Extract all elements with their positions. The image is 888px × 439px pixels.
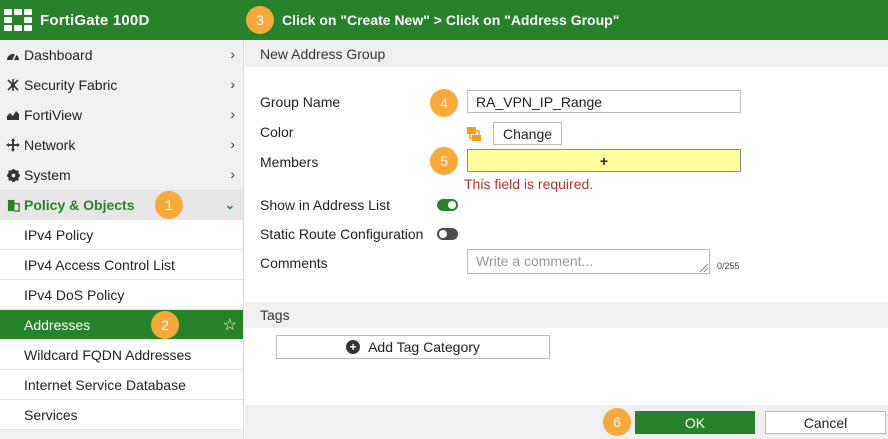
step-badge-1: 1	[155, 191, 183, 219]
main-panel: New Address Group Group Name 4 RA_VPN_IP…	[245, 40, 888, 439]
chevron-down-icon: ⌄	[224, 198, 235, 212]
color-label: Color	[260, 124, 294, 140]
sidebar-item-dashboard[interactable]: Dashboard ›	[0, 40, 243, 70]
ok-button[interactable]: OK	[635, 411, 755, 434]
static-route-toggle[interactable]	[437, 228, 458, 240]
chevron-right-icon: ›	[230, 106, 235, 122]
sidebar: Dashboard › Security Fabric › FortiView …	[0, 40, 244, 439]
add-tag-category-button[interactable]: + Add Tag Category	[276, 335, 550, 359]
add-tag-category-label: Add Tag Category	[368, 339, 480, 355]
top-bar: FortiGate 100D 3 Click on "Create New" >…	[0, 0, 888, 40]
step-badge-4: 4	[430, 89, 458, 117]
sidebar-item-label: FortiView	[24, 107, 83, 123]
show-in-address-list-label: Show in Address List	[260, 197, 390, 213]
step-badge-3: 3	[246, 6, 274, 34]
dashboard-icon	[4, 49, 22, 61]
chevron-right-icon: ›	[230, 166, 235, 182]
change-color-button[interactable]: Change	[493, 122, 562, 145]
sidebar-subitem-addresses[interactable]: Addresses 2 ☆	[0, 310, 243, 340]
chevron-right-icon: ›	[230, 46, 235, 62]
sidebar-item-label: Policy & Objects	[24, 197, 135, 213]
sidebar-subitem-label: IPv4 DoS Policy	[24, 286, 125, 303]
security-fabric-icon	[4, 78, 22, 92]
sidebar-subitem-label: Wildcard FQDN Addresses	[24, 346, 192, 363]
app-title: FortiGate 100D	[40, 11, 150, 29]
step-badge-6: 6	[603, 408, 631, 436]
sidebar-item-policy-objects[interactable]: Policy & Objects 1 ⌄	[0, 190, 243, 220]
instruction-banner: 3 Click on "Create New" > Click on "Addr…	[246, 3, 619, 37]
fortinet-logo-icon	[4, 9, 34, 31]
comments-placeholder: Write a comment...	[476, 253, 594, 269]
cancel-button[interactable]: Cancel	[765, 411, 886, 434]
step-badge-2: 2	[151, 311, 179, 339]
form-footer: 6 OK Cancel	[245, 405, 888, 439]
fortiview-icon	[4, 109, 22, 121]
sidebar-subitem-internet-service-db[interactable]: Internet Service Database	[0, 370, 243, 400]
show-in-address-list-toggle[interactable]	[437, 199, 458, 211]
brand[interactable]: FortiGate 100D	[0, 0, 150, 40]
sidebar-item-label: Dashboard	[24, 47, 93, 63]
sidebar-subitem-label: IPv4 Policy	[24, 226, 94, 243]
sidebar-subitem-ipv4-policy[interactable]: IPv4 Policy	[0, 220, 243, 250]
step-badge-5: 5	[430, 147, 458, 175]
color-swatch-icon	[466, 126, 482, 142]
sidebar-subitem-label: Internet Service Database	[24, 376, 186, 393]
sidebar-item-label: Security Fabric	[24, 77, 118, 93]
sidebar-subitem-label: Services	[24, 406, 78, 423]
plus-circle-icon: +	[346, 340, 361, 354]
chevron-right-icon: ›	[230, 136, 235, 152]
sidebar-subitem-label: Addresses	[24, 316, 91, 333]
policy-icon	[4, 199, 22, 212]
sidebar-item-security-fabric[interactable]: Security Fabric ›	[0, 70, 243, 100]
page-title: New Address Group	[245, 40, 888, 67]
tags-section-header: Tags	[245, 302, 888, 328]
sidebar-item-label: Network	[24, 137, 76, 153]
sidebar-subitem-ipv4-dos-policy[interactable]: IPv4 DoS Policy	[0, 280, 243, 310]
instruction-text: Click on "Create New" > Click on "Addres…	[282, 12, 620, 28]
sidebar-subitem-label: IPv4 Access Control List	[24, 256, 175, 273]
sidebar-item-fortiview[interactable]: FortiView ›	[0, 100, 243, 130]
sidebar-subitem-ipv4-acl[interactable]: IPv4 Access Control List	[0, 250, 243, 280]
sidebar-item-network[interactable]: Network ›	[0, 130, 243, 160]
sidebar-item-system[interactable]: System ›	[0, 160, 243, 190]
comments-label: Comments	[260, 255, 328, 271]
members-add-input[interactable]: +	[467, 149, 741, 172]
resize-handle-icon[interactable]	[700, 264, 708, 272]
group-name-label: Group Name	[260, 94, 341, 110]
sidebar-item-label: System	[24, 167, 71, 183]
sidebar-subitem-services[interactable]: Services	[0, 400, 243, 430]
static-route-label: Static Route Configuration	[260, 226, 424, 242]
group-name-input[interactable]: RA_VPN_IP_Range	[467, 90, 741, 113]
members-label: Members	[260, 154, 319, 170]
comments-textarea[interactable]: Write a comment...	[467, 249, 710, 274]
sidebar-subitem-wildcard-fqdn[interactable]: Wildcard FQDN Addresses	[0, 340, 243, 370]
chevron-right-icon: ›	[230, 76, 235, 92]
star-icon[interactable]: ☆	[223, 315, 237, 335]
network-icon	[4, 138, 22, 152]
comments-counter: 0/255	[717, 261, 740, 271]
members-error-message: This field is required.	[464, 176, 594, 192]
gear-icon	[4, 168, 22, 182]
